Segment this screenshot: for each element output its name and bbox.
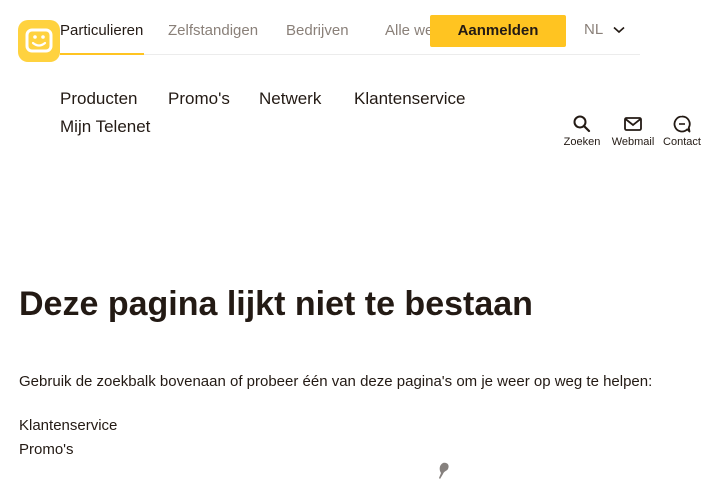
search-label: Zoeken (563, 136, 601, 148)
intro-text: Gebruik de zoekbalk bovenaan of probeer … (19, 373, 653, 390)
login-button[interactable]: Aanmelden (430, 15, 566, 47)
contact-button[interactable]: Contact (657, 114, 707, 148)
tab-bedrijven[interactable]: Bedrijven (286, 22, 349, 39)
search-button[interactable]: Zoeken (557, 114, 607, 148)
link-klantenservice[interactable]: Klantenservice (19, 417, 117, 434)
telenet-logo[interactable] (18, 20, 60, 62)
tab-zelfstandigen[interactable]: Zelfstandigen (168, 22, 258, 39)
nav-klantenservice[interactable]: Klantenservice (354, 89, 466, 109)
nav-netwerk[interactable]: Netwerk (259, 89, 321, 109)
smiley-logo-icon (25, 28, 53, 53)
page-title: Deze pagina lijkt niet te bestaan (19, 285, 533, 323)
language-selector[interactable]: NL (584, 21, 625, 38)
webmail-button[interactable]: Webmail (608, 114, 658, 148)
chat-icon (673, 115, 691, 133)
nav-mijn-telenet[interactable]: Mijn Telenet (60, 117, 150, 137)
tab-particulieren[interactable]: Particulieren (60, 22, 143, 39)
nav-producten[interactable]: Producten (60, 89, 138, 109)
webmail-label: Webmail (611, 136, 655, 148)
active-tab-indicator (60, 53, 144, 55)
language-label: NL (584, 21, 603, 38)
mail-icon (624, 117, 642, 131)
link-promos[interactable]: Promo's (19, 441, 74, 458)
tab-alle-websites[interactable]: Alle we (385, 22, 433, 39)
illustration-fragment-icon (439, 462, 449, 479)
nav-promos[interactable]: Promo's (168, 89, 230, 109)
contact-label: Contact (663, 136, 701, 148)
search-icon (573, 115, 591, 133)
chevron-down-icon (613, 26, 625, 34)
